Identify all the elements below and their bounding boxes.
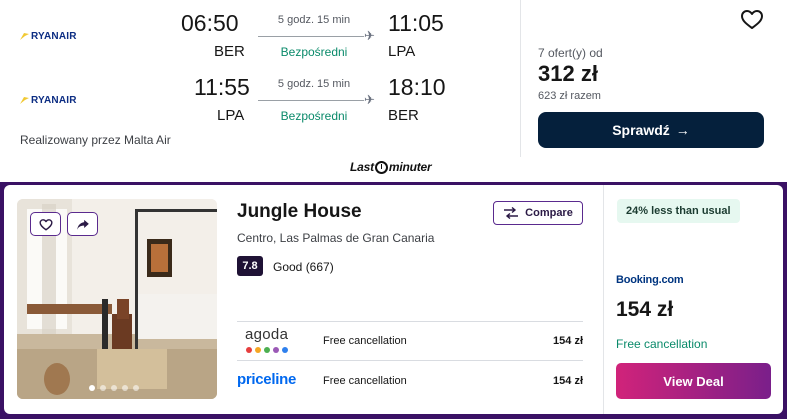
carousel-dot[interactable] (111, 385, 117, 391)
plane-icon: ✈ (364, 92, 375, 107)
clock-icon (374, 160, 388, 174)
flight-result-card[interactable]: RYANAIR 06:50 BER 5 godz. 15 min ✈ Bezpo… (0, 0, 787, 157)
view-deal-button[interactable]: View Deal (616, 363, 771, 399)
check-button-label: Sprawdź (612, 122, 670, 138)
compare-button[interactable]: Compare (493, 201, 583, 225)
return-duration: 5 godz. 15 min (277, 78, 351, 90)
offers-count-label: 7 ofert(y) od (538, 46, 603, 60)
agoda-wordmark: agoda (245, 326, 289, 343)
lastminuter-logo-part-1: Last (350, 160, 374, 174)
return-depart-time: 11:55 (194, 74, 250, 100)
heart-icon (38, 218, 53, 230)
hotel-ad-card: Jungle House Centro, Las Palmas de Gran … (0, 182, 787, 419)
airline-name: RYANAIR (31, 95, 77, 106)
return-arrive-time: 18:10 (388, 74, 446, 100)
carousel-dot[interactable] (122, 385, 128, 391)
compare-arrows-icon (504, 207, 519, 219)
carousel-dot[interactable] (89, 385, 95, 391)
return-depart-code: LPA (217, 107, 245, 124)
hotel-location: Centro, Las Palmas de Gran Canaria (237, 231, 435, 245)
deal-row-priceline[interactable]: priceline Free cancellation 154 zł (237, 361, 583, 401)
priceline-wordmark: priceline (237, 371, 296, 388)
deal-row-agoda[interactable]: agoda Free cancellation 154 zł (237, 321, 583, 361)
rating-text: Good (667) (273, 260, 334, 274)
flight-price-total: 623 zł razem (538, 90, 601, 102)
hotel-photo[interactable] (17, 199, 217, 399)
hotel-price: 154 zł (616, 298, 674, 321)
deal-cancellation: Free cancellation (323, 375, 407, 387)
divider (520, 0, 521, 157)
plane-icon: ✈ (364, 28, 375, 43)
outbound-depart-time: 06:50 (181, 10, 239, 36)
priceline-logo: priceline (237, 361, 323, 401)
flight-price: 312 zł (538, 61, 598, 86)
save-flight-button[interactable] (740, 8, 764, 32)
lastminuter-logo: Last minuter (350, 160, 432, 174)
outbound-route-line (258, 36, 364, 37)
outbound-arrive-code: LPA (388, 43, 416, 60)
airline-name: RYANAIR (31, 31, 77, 42)
arrow-right-icon: → (675, 122, 690, 138)
booking-com-logo: Booking.com (616, 274, 684, 286)
agoda-dots (246, 347, 288, 353)
compare-label: Compare (525, 207, 573, 219)
photo-carousel-dots[interactable] (89, 385, 139, 391)
deal-cancellation: Free cancellation (323, 335, 407, 347)
carousel-dot[interactable] (100, 385, 106, 391)
outbound-stops: Bezpośredni (280, 45, 348, 59)
deal-price: 154 zł (553, 375, 583, 387)
return-stops: Bezpośredni (280, 109, 348, 123)
ryanair-harp-icon (20, 32, 29, 41)
deal-price: 154 zł (553, 335, 583, 347)
carousel-dot[interactable] (133, 385, 139, 391)
ryanair-harp-icon (20, 96, 29, 105)
hotel-card-body[interactable]: Jungle House Centro, Las Palmas de Gran … (4, 185, 783, 414)
return-route-line (258, 100, 364, 101)
price-comparison-badge: 24% less than usual (617, 199, 740, 223)
outbound-duration: 5 godz. 15 min (277, 14, 351, 26)
ryanair-logo-outbound: RYANAIR (20, 31, 77, 42)
rating-score-badge: 7.8 (237, 256, 263, 276)
agoda-logo: agoda (237, 322, 323, 360)
save-hotel-button[interactable] (30, 212, 61, 236)
lastminuter-logo-part-2: minuter (388, 160, 432, 174)
hotel-free-cancellation: Free cancellation (616, 337, 708, 351)
return-arrive-code: BER (388, 107, 419, 124)
share-hotel-button[interactable] (67, 212, 98, 236)
outbound-depart-code: BER (214, 43, 245, 60)
heart-icon (741, 10, 763, 29)
share-arrow-icon (76, 219, 89, 230)
hotel-name[interactable]: Jungle House (237, 201, 362, 223)
outbound-arrive-time: 11:05 (388, 10, 444, 36)
divider (603, 185, 604, 414)
check-flight-button[interactable]: Sprawdź → (538, 112, 764, 148)
ryanair-logo-return: RYANAIR (20, 95, 77, 106)
operated-by-text: Realizowany przez Malta Air (20, 133, 171, 147)
